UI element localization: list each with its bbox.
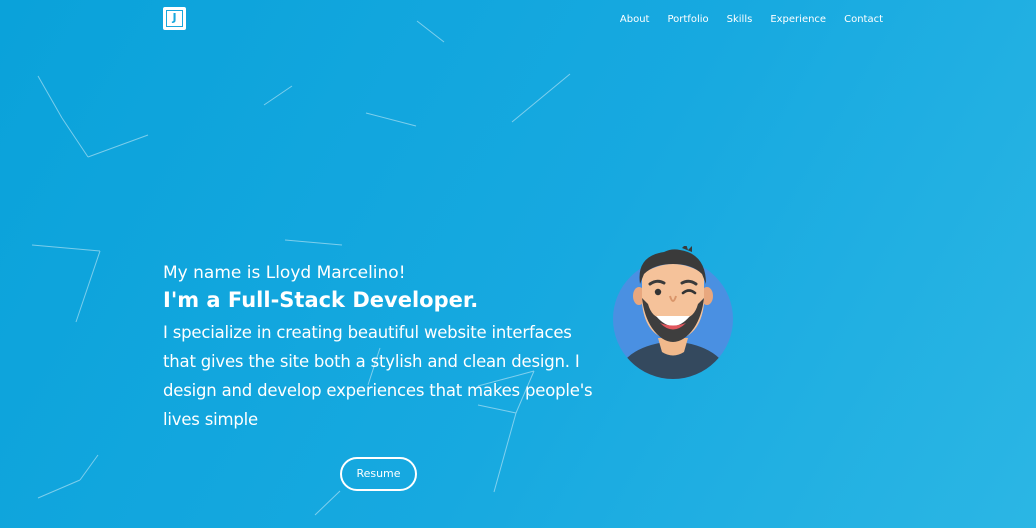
main-nav: About Portfolio Skills Experience Contac… [620,14,883,25]
nav-portfolio[interactable]: Portfolio [667,14,708,25]
hero-bio: I specialize in creating beautiful websi… [163,323,593,429]
resume-button[interactable]: Resume [340,457,417,491]
logo-letter: J [166,10,183,27]
hero-greeting: My name is Lloyd Marcelino! [163,263,406,283]
nav-skills[interactable]: Skills [727,14,753,25]
nav-contact[interactable]: Contact [844,14,883,25]
hero-role: I'm a Full-Stack Developer. [163,288,479,312]
avatar [613,246,733,379]
nav-experience[interactable]: Experience [770,14,826,25]
nav-about[interactable]: About [620,14,650,25]
hero-section: My name is Lloyd Marcelino! I'm a Full-S… [163,262,603,434]
site-logo[interactable]: J [163,7,186,30]
